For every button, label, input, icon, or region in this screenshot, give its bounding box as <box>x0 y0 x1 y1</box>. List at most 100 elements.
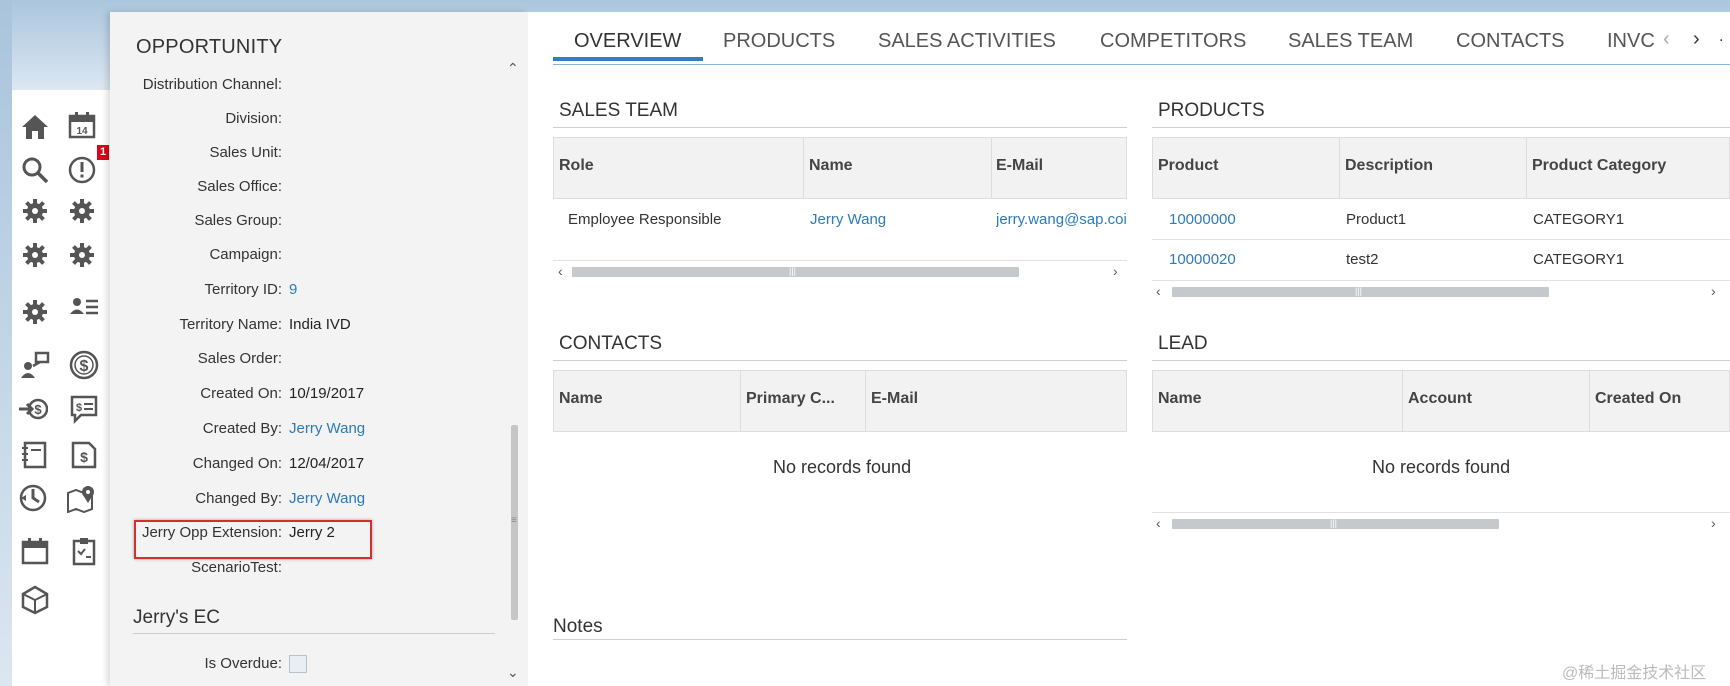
table-cell-role: Employee Responsible <box>568 211 722 228</box>
chevron-right-icon[interactable]: › <box>1711 515 1716 531</box>
column-separator <box>1339 137 1340 199</box>
is-overdue-checkbox[interactable] <box>289 655 307 673</box>
opportunity-panel <box>110 12 528 686</box>
field-label-changed-by: Changed By: <box>195 490 282 507</box>
window-background-left <box>0 0 12 686</box>
chevron-down-icon[interactable]: ⌄ <box>507 664 519 681</box>
home-icon[interactable] <box>20 112 50 142</box>
gear-icon[interactable] <box>20 196 50 226</box>
opportunity-title: OPPORTUNITY <box>136 36 283 58</box>
field-label-sales-office: Sales Office: <box>197 178 282 195</box>
highlight-annotation <box>134 520 372 559</box>
quote-icon[interactable]: $ <box>69 394 99 425</box>
calendar-icon[interactable]: 14 <box>67 110 97 140</box>
renew-icon[interactable] <box>18 483 48 513</box>
section-title-lead: LEAD <box>1158 333 1208 354</box>
column-separator <box>865 370 866 432</box>
column-header-product[interactable]: Product <box>1158 157 1218 175</box>
tab-sales-activities[interactable]: SALES ACTIVITIES <box>878 30 1056 53</box>
calendar-icon[interactable] <box>20 536 50 566</box>
chevron-right-icon[interactable]: › <box>1693 28 1700 51</box>
field-label-changed-on: Changed On: <box>192 455 282 472</box>
field-value-created-on: 10/19/2017 <box>289 385 365 402</box>
table-cell-product-link[interactable]: 10000000 <box>1169 211 1236 228</box>
column-header-name[interactable]: Name <box>559 390 603 408</box>
table-cell-category: CATEGORY1 <box>1533 211 1625 228</box>
field-label-is-overdue: Is Overdue: <box>204 655 282 672</box>
chevron-left-icon[interactable]: ‹ <box>1663 28 1670 51</box>
tab-competitors[interactable]: COMPETITORS <box>1100 30 1246 53</box>
tab-overview[interactable]: OVERVIEW <box>574 30 681 53</box>
table-cell-description: Product1 <box>1346 211 1407 228</box>
tab-sales-team[interactable]: SALES TEAM <box>1288 30 1413 53</box>
field-label-created-by: Created By: <box>202 420 282 437</box>
gear-icon[interactable] <box>67 196 97 226</box>
field-value-created-by[interactable]: Jerry Wang <box>289 420 365 437</box>
section-title-notes: Notes <box>553 616 603 637</box>
search-icon[interactable] <box>20 155 50 185</box>
column-header-created-on[interactable]: Created On <box>1595 390 1681 408</box>
table-cell-description: test2 <box>1346 251 1379 268</box>
column-header-email[interactable]: E-Mail <box>996 157 1043 175</box>
column-header-name[interactable]: Name <box>809 157 853 175</box>
chevron-left-icon[interactable]: ‹ <box>1156 283 1161 299</box>
column-separator <box>803 137 804 199</box>
column-header-account[interactable]: Account <box>1408 390 1472 408</box>
chevron-right-icon[interactable]: › <box>1711 283 1716 299</box>
alert-icon[interactable] <box>67 155 97 185</box>
column-separator <box>991 137 992 199</box>
invoice-icon[interactable]: $ <box>69 440 99 470</box>
dollar-icon[interactable]: $ <box>69 350 99 380</box>
table-cell-email-link[interactable]: jerry.wang@sap.coi <box>996 211 1127 228</box>
field-label-sales-group: Sales Group: <box>194 212 282 229</box>
gear-icon[interactable] <box>67 240 97 270</box>
tab-products[interactable]: PRODUCTS <box>723 30 835 53</box>
document-icon[interactable] <box>20 440 50 470</box>
section-divider <box>1152 360 1730 361</box>
transfer-dollar-icon[interactable]: $ <box>18 394 49 424</box>
chevron-left-icon[interactable]: ‹ <box>1156 515 1161 531</box>
map-pin-icon[interactable] <box>66 483 96 514</box>
scrollbar-grip-icon: ||| <box>1330 518 1338 528</box>
table-cell-category: CATEGORY1 <box>1533 251 1625 268</box>
column-header-role[interactable]: Role <box>559 157 594 175</box>
field-value-territory-id[interactable]: 9 <box>289 281 297 298</box>
overflow-dot-icon[interactable]: . <box>1719 28 1723 46</box>
section-divider <box>133 633 495 634</box>
gear-icon[interactable] <box>20 297 50 327</box>
table-cell-product-link[interactable]: 10000020 <box>1169 251 1236 268</box>
field-label-created-on: Created On: <box>200 385 282 402</box>
chevron-up-icon[interactable]: ⌃ <box>507 60 519 77</box>
column-header-primary-contact[interactable]: Primary C... <box>746 390 835 408</box>
chevron-left-icon[interactable]: ‹ <box>558 263 563 279</box>
people-list-icon[interactable] <box>69 292 99 322</box>
scrollbar-grip-icon: ||| <box>1355 286 1363 296</box>
field-label-division: Division: <box>225 110 282 127</box>
cube-icon[interactable] <box>20 585 50 615</box>
section-title-products: PRODUCTS <box>1158 100 1265 121</box>
field-value-territory-name: India IVD <box>289 316 351 333</box>
clipboard-icon[interactable] <box>69 536 99 566</box>
section-divider <box>553 639 1127 640</box>
tab-invoices[interactable]: INVC <box>1607 30 1654 53</box>
gear-icon[interactable] <box>20 240 50 270</box>
column-separator <box>1589 370 1590 432</box>
column-header-name[interactable]: Name <box>1158 390 1202 408</box>
column-separator <box>1526 137 1527 199</box>
column-header-product-category[interactable]: Product Category <box>1532 157 1666 175</box>
column-header-description[interactable]: Description <box>1345 157 1433 175</box>
field-value-changed-by[interactable]: Jerry Wang <box>289 490 365 507</box>
watermark: @稀土掘金技术社区 <box>1562 665 1707 682</box>
column-separator <box>1402 370 1403 432</box>
section-divider <box>1152 127 1730 128</box>
table-cell-name-link[interactable]: Jerry Wang <box>810 211 886 228</box>
chevron-right-icon[interactable]: › <box>1113 263 1118 279</box>
row-divider <box>553 260 1127 261</box>
active-tab-indicator <box>553 57 703 61</box>
svg-text:14: 14 <box>76 126 88 137</box>
column-header-email[interactable]: E-Mail <box>871 390 918 408</box>
svg-text:$: $ <box>80 449 88 465</box>
tab-contacts[interactable]: CONTACTS <box>1456 30 1565 53</box>
field-label-distribution-channel: Distribution Channel: <box>142 76 282 93</box>
org-chart-icon[interactable] <box>20 350 50 380</box>
